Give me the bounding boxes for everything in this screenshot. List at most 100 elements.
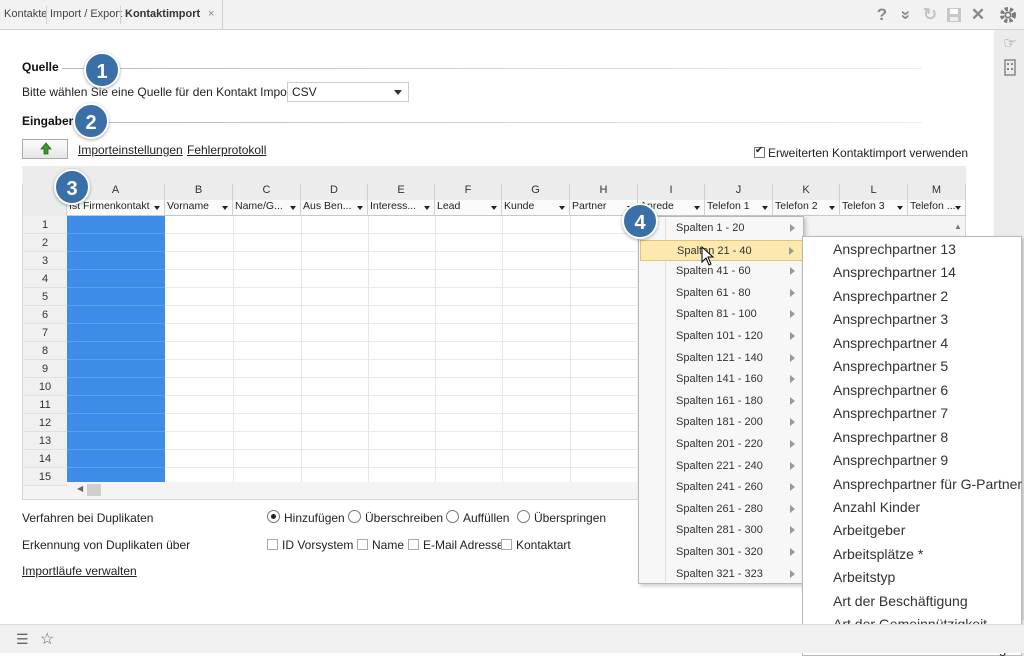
submenu-item[interactable]: Arbeitgeber [833, 522, 905, 538]
star-icon[interactable]: ☆ [40, 629, 54, 649]
submenu-item[interactable]: Anzahl Kinder [833, 499, 920, 515]
cell-selected[interactable] [67, 270, 165, 288]
cell-selected[interactable] [67, 252, 165, 270]
table-row[interactable] [165, 414, 637, 432]
submenu-item[interactable]: Ansprechpartner 7 [833, 405, 948, 421]
submenu-item[interactable]: Ansprechpartner 9 [833, 452, 948, 468]
building-icon[interactable] [1000, 58, 1020, 78]
pointing-hand-icon[interactable]: ☞ [1000, 34, 1020, 54]
upload-button[interactable] [22, 139, 68, 159]
table-row[interactable] [165, 360, 637, 378]
column-field-select[interactable]: Interess... [368, 200, 435, 216]
help-icon[interactable]: ? [872, 5, 892, 25]
source-select[interactable]: CSV [287, 82, 409, 102]
table-row[interactable] [165, 396, 637, 414]
detection-checkbox[interactable] [501, 539, 512, 550]
tab-kontaktimport[interactable]: Kontaktimport [125, 8, 200, 20]
menu-item[interactable]: Spalten 21 - 40 [640, 239, 803, 261]
cell-selected[interactable] [67, 432, 165, 450]
import-settings-link[interactable]: Importeinstellungen [78, 143, 183, 157]
menu-item[interactable]: Spalten 141 - 160 [640, 369, 803, 390]
close-icon[interactable]: ✕ [968, 5, 988, 25]
column-field-select[interactable]: Telefon 2 [773, 200, 840, 216]
column-field-select[interactable]: Ist Firmenkontakt [67, 200, 165, 216]
cell-selected[interactable] [67, 414, 165, 432]
tab-import-export[interactable]: Import / Export [50, 8, 122, 20]
submenu-item[interactable]: Ansprechpartner 14 [833, 264, 956, 280]
submenu-item[interactable]: Ansprechpartner 3 [833, 311, 948, 327]
column-field-select[interactable]: Kunde [502, 200, 570, 216]
table-row[interactable] [165, 288, 637, 306]
list-icon[interactable]: ☰ [16, 631, 29, 648]
scroll-up-icon[interactable]: ▲ [954, 222, 962, 231]
duplicate-option-radio[interactable] [348, 510, 361, 523]
submenu-item[interactable]: Arbeitsplätze * [833, 546, 923, 562]
duplicate-option-radio[interactable] [517, 510, 530, 523]
menu-item[interactable]: Spalten 1 - 20 [640, 218, 803, 239]
submenu-item[interactable]: Ansprechpartner 5 [833, 358, 948, 374]
duplicate-option-radio[interactable] [267, 510, 280, 523]
menu-item[interactable]: Spalten 241 - 260 [640, 477, 803, 498]
cell-selected[interactable] [67, 234, 165, 252]
menu-item[interactable]: Spalten 61 - 80 [640, 283, 803, 304]
cell-selected[interactable] [67, 396, 165, 414]
column-field-select[interactable]: Telefon 3 [840, 200, 908, 216]
cell-selected[interactable] [67, 324, 165, 342]
menu-item[interactable]: Spalten 221 - 240 [640, 456, 803, 477]
submenu-item[interactable]: Ansprechpartner für G-Partner [833, 476, 1022, 492]
horizontal-scrollbar[interactable]: ◀ [67, 482, 637, 498]
tab-kontakte[interactable]: Kontakte [4, 8, 47, 20]
submenu-item[interactable]: Art der Beschäftigung [833, 593, 968, 609]
column-field-select[interactable]: Lead [435, 200, 502, 216]
cell-selected[interactable] [67, 342, 165, 360]
cell-selected[interactable] [67, 378, 165, 396]
table-row[interactable] [165, 324, 637, 342]
collapse-icon[interactable]: » [896, 5, 916, 25]
table-row[interactable] [165, 342, 637, 360]
tab-close-icon[interactable]: × [208, 8, 214, 20]
menu-item[interactable]: Spalten 181 - 200 [640, 412, 803, 433]
submenu-item[interactable]: Arbeitstyp [833, 569, 895, 585]
submenu-item[interactable]: Ansprechpartner 4 [833, 335, 948, 351]
table-row[interactable] [165, 378, 637, 396]
menu-item[interactable]: Spalten 161 - 180 [640, 391, 803, 412]
table-row[interactable] [165, 432, 637, 450]
extended-import-checkbox[interactable] [754, 145, 765, 158]
detection-checkbox[interactable] [357, 539, 368, 550]
cell-selected[interactable] [67, 216, 165, 234]
submenu-item[interactable]: Ansprechpartner 2 [833, 288, 948, 304]
duplicate-option-radio[interactable] [446, 510, 459, 523]
submenu-item[interactable]: Ansprechpartner 8 [833, 429, 948, 445]
submenu-item[interactable]: Ansprechpartner 13 [833, 241, 956, 257]
menu-item[interactable]: Spalten 41 - 60 [640, 261, 803, 282]
table-row[interactable] [165, 450, 637, 468]
column-field-select[interactable]: Name/G... [233, 200, 301, 216]
table-row[interactable] [165, 216, 637, 234]
detection-checkbox[interactable] [408, 539, 419, 550]
submenu-item[interactable]: Ansprechpartner 6 [833, 382, 948, 398]
table-row[interactable] [165, 234, 637, 252]
menu-item[interactable]: Spalten 261 - 280 [640, 499, 803, 520]
menu-item[interactable]: Spalten 201 - 220 [640, 434, 803, 455]
cell-selected[interactable] [67, 288, 165, 306]
menu-item[interactable]: Spalten 301 - 320 [640, 542, 803, 563]
cell-selected[interactable] [67, 450, 165, 468]
table-row[interactable] [165, 306, 637, 324]
error-log-link[interactable]: Fehlerprotokoll [187, 143, 266, 157]
manage-import-runs-link[interactable]: Importläufe verwalten [22, 564, 137, 578]
menu-item[interactable]: Spalten 101 - 120 [640, 326, 803, 347]
column-field-select[interactable]: Telefon 1 [705, 200, 773, 216]
gear-icon[interactable] [998, 5, 1018, 29]
scroll-left-icon[interactable]: ◀ [77, 484, 83, 493]
scroll-thumb[interactable] [87, 484, 101, 496]
refresh-icon[interactable]: ↻ [920, 5, 940, 25]
column-field-select[interactable]: Aus Ben... [301, 200, 368, 216]
table-row[interactable] [165, 252, 637, 270]
menu-item[interactable]: Spalten 321 - 323 [640, 564, 803, 585]
menu-item[interactable]: Spalten 81 - 100 [640, 304, 803, 325]
save-icon[interactable] [944, 5, 964, 28]
column-field-select[interactable]: Vorname [165, 200, 233, 216]
detection-checkbox[interactable] [267, 539, 278, 550]
cell-selected[interactable] [67, 306, 165, 324]
column-field-select[interactable]: Telefon ... [908, 200, 966, 216]
